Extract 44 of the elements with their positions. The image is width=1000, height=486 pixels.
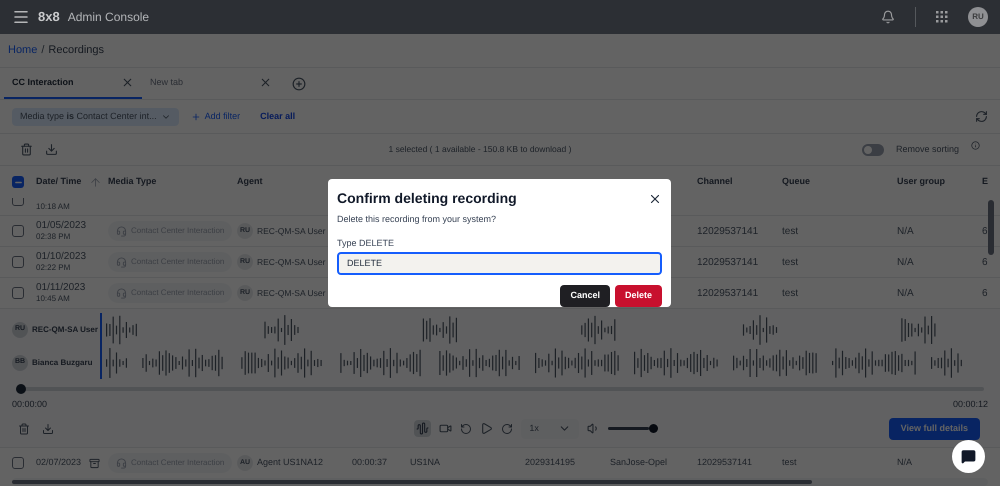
table-cell-text: 6	[982, 256, 989, 270]
user-group-text: N/A	[897, 224, 915, 238]
speaker-name: REC-QM-SA User	[32, 324, 98, 336]
user-group-text: N/A	[897, 456, 912, 470]
table-cell-text: 6	[982, 224, 989, 238]
end-time: 00:00:12	[952, 398, 988, 411]
user-group-text: N/A	[897, 286, 915, 300]
selection-summary: 1 selected ( 1 available - 150.8 KB to download )	[388, 143, 572, 156]
field-label: Type DELETE	[337, 236, 396, 250]
agent-name: Agent US1NA12	[257, 456, 324, 470]
time-text: 10:18 AM	[36, 202, 71, 212]
channel-text: 12029537141	[697, 256, 760, 270]
queue-text: test	[782, 456, 798, 470]
date-text: 01/10/2023	[36, 250, 88, 264]
start-time: 00:00:00	[12, 398, 48, 411]
toggle-label: Remove sorting	[896, 142, 959, 156]
app-title: Admin Console	[68, 9, 150, 26]
logo: 8x8	[38, 8, 60, 26]
time-text: 02:38 PM	[36, 232, 72, 242]
table-cell-text: 00:00:37	[352, 456, 388, 470]
date-text: 01/05/2023	[36, 220, 88, 232]
time-text: 10:45 AM	[36, 294, 71, 304]
agent-name: REC-QM-SA User	[257, 256, 326, 268]
table-cell-text: 6	[982, 286, 989, 300]
queue-text: test	[782, 224, 800, 238]
date-text: 01/11/2023	[36, 282, 86, 294]
user-group-text: N/A	[897, 256, 915, 270]
table-cell-text: US1NA	[410, 456, 442, 470]
dialog-message: Delete this recording from your system?	[337, 213, 498, 226]
dialog-title: Confirm deleting recording	[337, 189, 517, 208]
speaker-name: Bianca Buzgaru	[32, 356, 92, 368]
breadcrumb-current: Recordings	[48, 43, 104, 58]
queue-text: test	[782, 256, 800, 270]
table-cell-text: 2029314195	[525, 456, 576, 470]
time-text: 02:22 PM	[36, 263, 72, 274]
table-cell-text: SanJose-Opel	[610, 456, 668, 470]
channel-text: 12029537141	[697, 456, 754, 470]
channel-text: 12029537141	[697, 286, 760, 300]
agent-name: REC-QM-SA User	[257, 224, 326, 238]
queue-text: test	[782, 286, 800, 300]
channel-text: 12029537141	[697, 224, 760, 238]
agent-name: REC-QM-SA User	[257, 286, 326, 300]
date-text: 02/07/2023	[36, 456, 82, 470]
breadcrumb-separator: /	[41, 43, 44, 58]
